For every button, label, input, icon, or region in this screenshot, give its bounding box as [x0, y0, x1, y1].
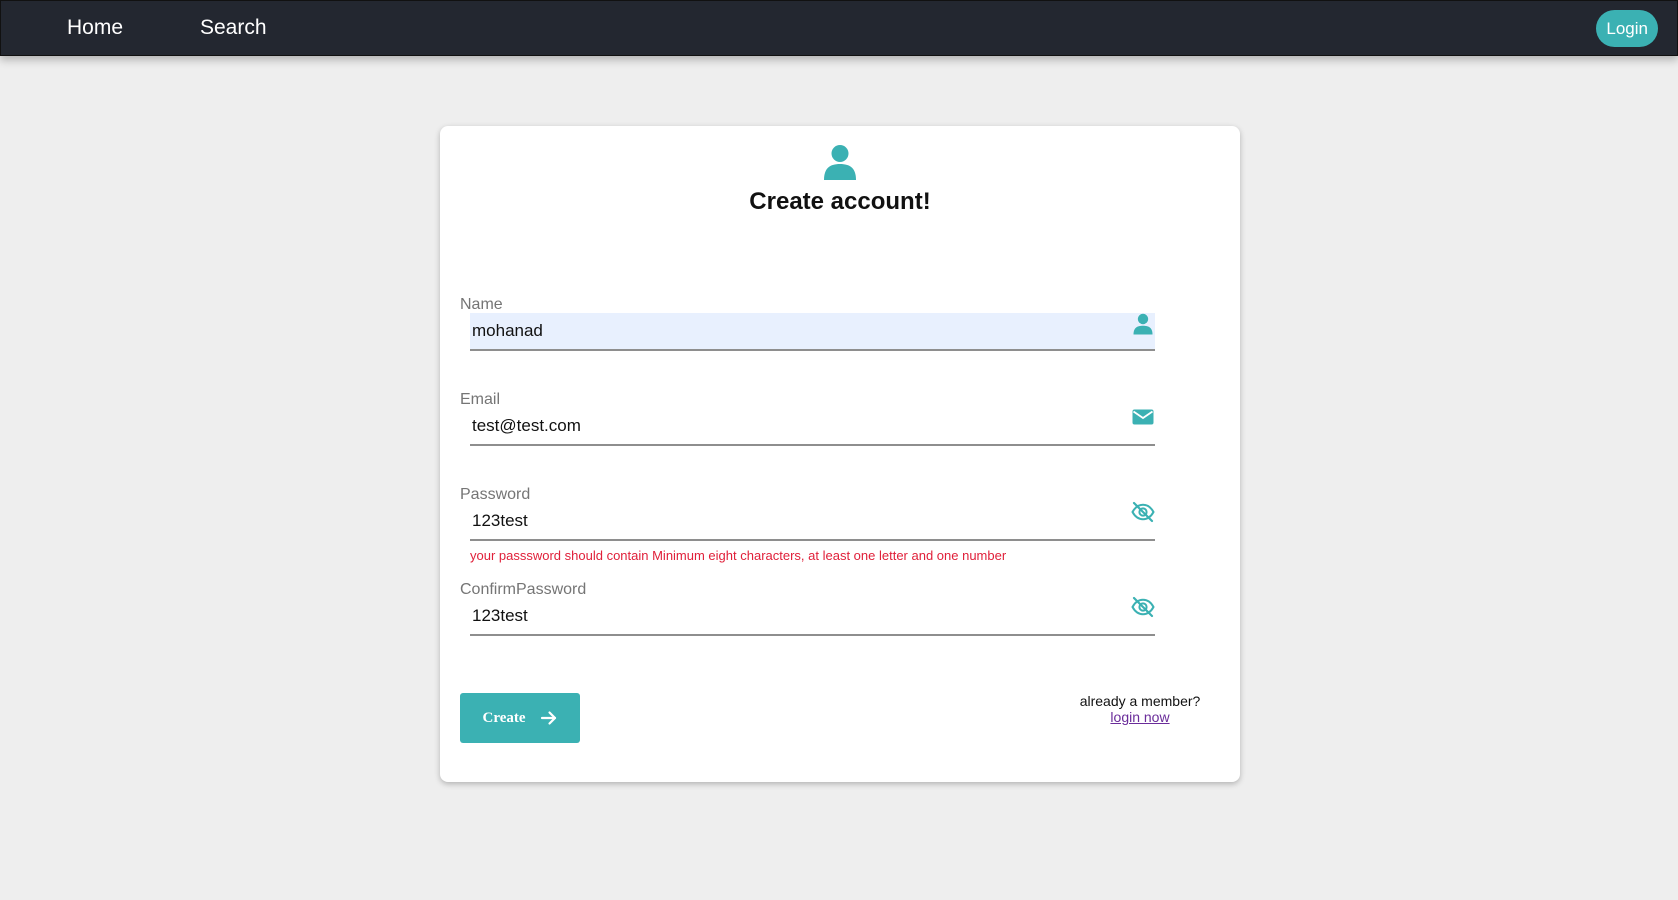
create-button[interactable]: Create — [460, 693, 580, 743]
email-label: Email — [460, 391, 501, 408]
user-icon — [823, 144, 857, 180]
signup-card: Create account! Name Email Password — [440, 126, 1240, 782]
email-input-box — [470, 408, 1155, 446]
user-icon — [1131, 312, 1155, 336]
name-input-box — [470, 313, 1155, 351]
confirm-password-field: ConfirmPassword — [460, 581, 1180, 641]
name-label: Name — [460, 296, 503, 313]
envelope-icon — [1131, 405, 1155, 429]
arrow-right-icon — [540, 711, 556, 725]
nav-home-link[interactable]: Home — [67, 16, 123, 40]
login-button[interactable]: Login — [1596, 10, 1658, 47]
name-input[interactable] — [472, 313, 1112, 349]
password-input[interactable] — [472, 503, 1112, 539]
email-input[interactable] — [472, 408, 1112, 444]
password-field: Password your passsword should contain M… — [460, 486, 1180, 566]
email-field: Email — [460, 391, 1180, 451]
confirm-password-input[interactable] — [472, 598, 1112, 634]
password-input-box — [470, 503, 1155, 541]
confirm-password-input-box — [470, 598, 1155, 636]
name-field: Name — [460, 296, 1180, 356]
login-now-link[interactable]: login now — [1060, 709, 1220, 725]
page-title: Create account! — [749, 188, 931, 215]
nav-search-link[interactable]: Search — [200, 16, 267, 40]
already-member-text: already a member? — [1079, 693, 1201, 709]
password-error-message: your passsword should contain Minimum ei… — [470, 548, 1007, 563]
eye-slash-icon[interactable] — [1131, 500, 1155, 524]
eye-slash-icon[interactable] — [1131, 595, 1155, 619]
password-label: Password — [460, 486, 531, 503]
confirm-password-label: ConfirmPassword — [460, 581, 587, 598]
create-button-label: Create — [482, 709, 526, 726]
top-navbar: Home Search Login — [0, 0, 1678, 56]
